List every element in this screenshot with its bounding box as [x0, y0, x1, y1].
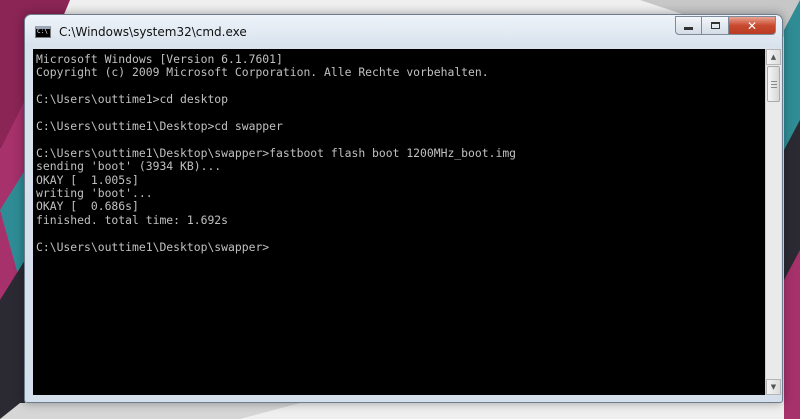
- scroll-down-icon: ▼: [770, 383, 777, 391]
- cmd-console-icon[interactable]: C:\: [35, 26, 51, 38]
- close-icon: ✕: [746, 18, 758, 33]
- console-line: Copyright (c) 2009 Microsoft Corporation…: [36, 65, 489, 80]
- minimize-button[interactable]: [675, 16, 702, 35]
- cmd-console-icon-text: C:\: [37, 28, 48, 35]
- console-line: OKAY [ 1.005s]: [36, 172, 139, 187]
- console-line: C:\Users\outtime1\Desktop\swapper>fastbo…: [36, 145, 517, 160]
- console-line: C:\Users\outtime1>cd desktop: [36, 92, 229, 107]
- console-line: Microsoft Windows [Version 6.1.7601]: [36, 52, 283, 66]
- console-line: writing 'boot'...: [36, 186, 153, 201]
- console-line: OKAY [ 0.686s]: [36, 199, 139, 214]
- title-bar[interactable]: C:\ C:\Windows\system32\cmd.exe ✕: [25, 15, 782, 49]
- scrollbar-thumb[interactable]: [767, 66, 780, 102]
- scroll-up-icon: ▲: [770, 53, 777, 61]
- console-line: finished. total time: 1.692s: [36, 212, 229, 227]
- maximize-icon: [710, 22, 720, 29]
- console-line: sending 'boot' (3934 KB)...: [36, 159, 222, 174]
- maximize-button[interactable]: [702, 16, 729, 35]
- scroll-up-button[interactable]: ▲: [766, 49, 781, 65]
- cmd-window[interactable]: C:\ C:\Windows\system32\cmd.exe ✕ Micros…: [24, 14, 783, 403]
- close-button[interactable]: ✕: [729, 16, 776, 35]
- window-controls: ✕: [675, 16, 776, 35]
- console-text: Microsoft Windows [Version 6.1.7601] Cop…: [36, 52, 517, 254]
- scroll-down-button[interactable]: ▼: [766, 379, 781, 395]
- console-output-area[interactable]: Microsoft Windows [Version 6.1.7601] Cop…: [33, 49, 765, 395]
- thumb-grip-line: [771, 81, 777, 82]
- thumb-grip-line: [771, 87, 777, 88]
- window-title: C:\Windows\system32\cmd.exe: [59, 25, 247, 39]
- minimize-icon: [684, 27, 693, 30]
- console-line: C:\Users\outtime1\Desktop>cd swapper: [36, 119, 283, 134]
- vertical-scrollbar[interactable]: ▲ ▼: [765, 49, 781, 395]
- console-prompt-line[interactable]: C:\Users\outtime1\Desktop\swapper>: [36, 240, 269, 254]
- thumb-grip-line: [771, 84, 777, 85]
